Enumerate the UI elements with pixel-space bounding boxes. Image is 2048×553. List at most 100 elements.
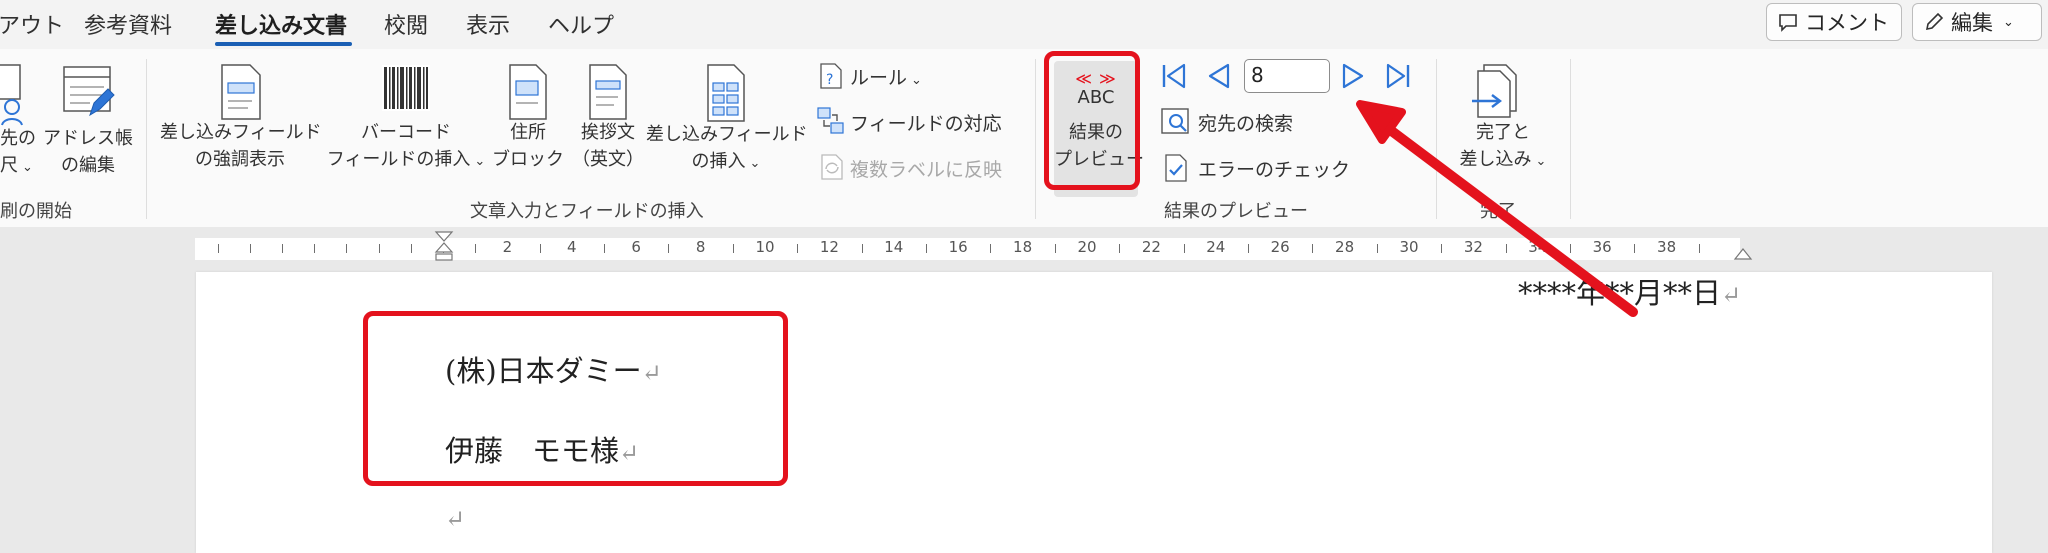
edit-mode-button[interactable]: 編集 ⌄ <box>1912 3 2042 41</box>
group-separator <box>1570 59 1571 219</box>
ruler-tick <box>1119 244 1121 253</box>
ruler-number: 10 <box>755 238 775 256</box>
ruler-number: 4 <box>567 238 577 256</box>
select-recipients-icon <box>0 64 23 126</box>
ruler-tick <box>539 244 541 253</box>
highlight-merge-fields-button[interactable]: 差し込みフィールド の強調表示 <box>160 119 322 173</box>
ruler-number: 24 <box>1206 238 1226 256</box>
previous-record-icon[interactable] <box>1204 61 1234 91</box>
ruler-tick <box>732 244 734 253</box>
ruler-number: 32 <box>1463 238 1483 256</box>
ruler-tick <box>249 244 251 253</box>
ruler-number: 38 <box>1657 238 1677 256</box>
find-recipient-icon <box>1161 108 1189 134</box>
ruler-tick <box>410 244 412 253</box>
ruler-number: 28 <box>1335 238 1355 256</box>
update-labels-button[interactable]: 複数ラベルに反映 <box>850 155 1002 182</box>
ruler-tick <box>1054 244 1056 253</box>
ruler-tick <box>1441 244 1443 253</box>
preview-highlight-box <box>1044 51 1140 190</box>
start-group-label: 刷の開始 <box>0 201 72 222</box>
update-labels-icon <box>821 154 843 180</box>
finish-and-merge-button[interactable]: 完了と 差し込み ⌄ <box>1448 119 1558 175</box>
ruler-number: 26 <box>1270 238 1290 256</box>
ruler-number: 34 <box>1528 238 1548 256</box>
ruler-tick <box>378 244 380 253</box>
ruler-tick <box>1248 244 1249 253</box>
rules-button[interactable]: ルール ⌄ <box>850 63 922 90</box>
insert-barcode-field-button[interactable]: バーコード フィールドの挿入 ⌄ <box>326 119 486 175</box>
right-indent-marker-icon[interactable] <box>1732 247 1754 267</box>
ruler-tick <box>1634 244 1636 253</box>
ribbon-tab-bar: アウト 参考資料 差し込み文書 校閲 表示 ヘルプ コメント 編集 ⌄ <box>0 0 2048 49</box>
comment-button[interactable]: コメント <box>1766 3 1902 41</box>
ruler-number: 22 <box>1141 238 1161 256</box>
ruler-tick <box>1312 244 1314 253</box>
greeting-line-button[interactable]: 挨拶文 （英文） <box>566 119 650 173</box>
ruler-tick <box>1505 244 1507 253</box>
find-recipient-button[interactable]: 宛先の検索 <box>1198 109 1293 136</box>
match-fields-button[interactable]: フィールドの対応 <box>850 109 1002 136</box>
ruler-number: 30 <box>1399 238 1419 256</box>
ruler-number: 14 <box>884 238 904 256</box>
ruler-tick <box>314 244 316 253</box>
ruler-tick <box>1183 244 1185 253</box>
group-separator <box>146 59 147 219</box>
ruler-tick <box>1376 244 1378 253</box>
tab-help[interactable]: ヘルプ <box>548 8 614 40</box>
indent-marker-icon[interactable] <box>433 230 455 272</box>
ribbon: 先の 尺 ⌄ アドレス帳 の編集 刷の開始 差し込みフィールド の強調表示 バー… <box>0 49 2048 228</box>
check-errors-button[interactable]: エラーのチェック <box>1198 155 1350 182</box>
rules-icon: ? <box>820 63 842 89</box>
record-number-input[interactable]: 8 <box>1244 59 1330 93</box>
highlight-fields-icon <box>221 64 261 120</box>
finish-group-label: 完了 <box>1480 201 1516 222</box>
ruler-tick <box>1570 244 1571 253</box>
ruler-number: 16 <box>948 238 968 256</box>
ruler-tick <box>346 244 348 253</box>
ruler-number: 2 <box>502 238 513 256</box>
comment-label: コメント <box>1805 11 1889 35</box>
select-recipients-button[interactable]: 先の 尺 ⌄ <box>0 125 36 181</box>
group-separator <box>1035 59 1036 219</box>
ruler-tick <box>668 244 670 253</box>
address-block-button[interactable]: 住所 ブロック <box>488 119 568 173</box>
ruler-number: 8 <box>695 238 706 256</box>
edit-recipient-list-icon <box>63 66 115 117</box>
active-tab-indicator <box>215 42 352 46</box>
ruler-number: 20 <box>1077 238 1097 256</box>
tab-mailings[interactable]: 差し込み文書 <box>215 8 347 40</box>
barcode-icon <box>382 65 430 111</box>
insert-group-label: 文章入力とフィールドの挿入 <box>470 201 704 222</box>
insert-merge-field-icon <box>707 64 745 122</box>
preview-group-label: 結果のプレビュー <box>1164 201 1308 222</box>
ruler-tick <box>861 244 863 253</box>
pencil-icon <box>1925 12 1944 31</box>
ruler-number: 6 <box>631 238 641 256</box>
empty-paragraph-mark: ↵ <box>445 505 466 533</box>
check-errors-icon <box>1165 154 1187 182</box>
last-record-icon[interactable] <box>1384 61 1414 91</box>
tab-references[interactable]: 参考資料 <box>84 8 172 40</box>
chevron-down-icon: ⌄ <box>2003 14 2014 30</box>
edit-recipient-list-button[interactable]: アドレス帳 の編集 <box>42 125 134 179</box>
comment-icon <box>1779 14 1797 32</box>
svg-text:?: ? <box>826 72 833 88</box>
ruler-tick <box>217 244 219 253</box>
first-record-icon[interactable] <box>1158 61 1188 91</box>
horizontal-ruler: 2 4 6 8 10 12 14 16 18 20 22 24 26 28 30 32 34 36 38 <box>195 238 1740 260</box>
group-separator <box>1436 59 1437 219</box>
tab-view[interactable]: 表示 <box>466 8 510 40</box>
tab-review[interactable]: 校閲 <box>384 8 428 40</box>
ruler-tick <box>926 244 927 253</box>
insert-merge-field-button[interactable]: 差し込みフィールド の挿入 ⌄ <box>646 121 808 177</box>
tab-layout[interactable]: アウト <box>0 8 64 40</box>
finish-merge-icon <box>1472 64 1517 118</box>
ruler-tick <box>797 244 799 253</box>
address-block-icon <box>509 64 547 120</box>
date-line: ****年**月**日↵ <box>1518 276 1742 310</box>
ruler-number: 36 <box>1592 238 1612 256</box>
edit-mode-label: 編集 <box>1951 11 1993 35</box>
ruler-tick <box>990 244 992 253</box>
next-record-icon[interactable] <box>1338 61 1368 91</box>
